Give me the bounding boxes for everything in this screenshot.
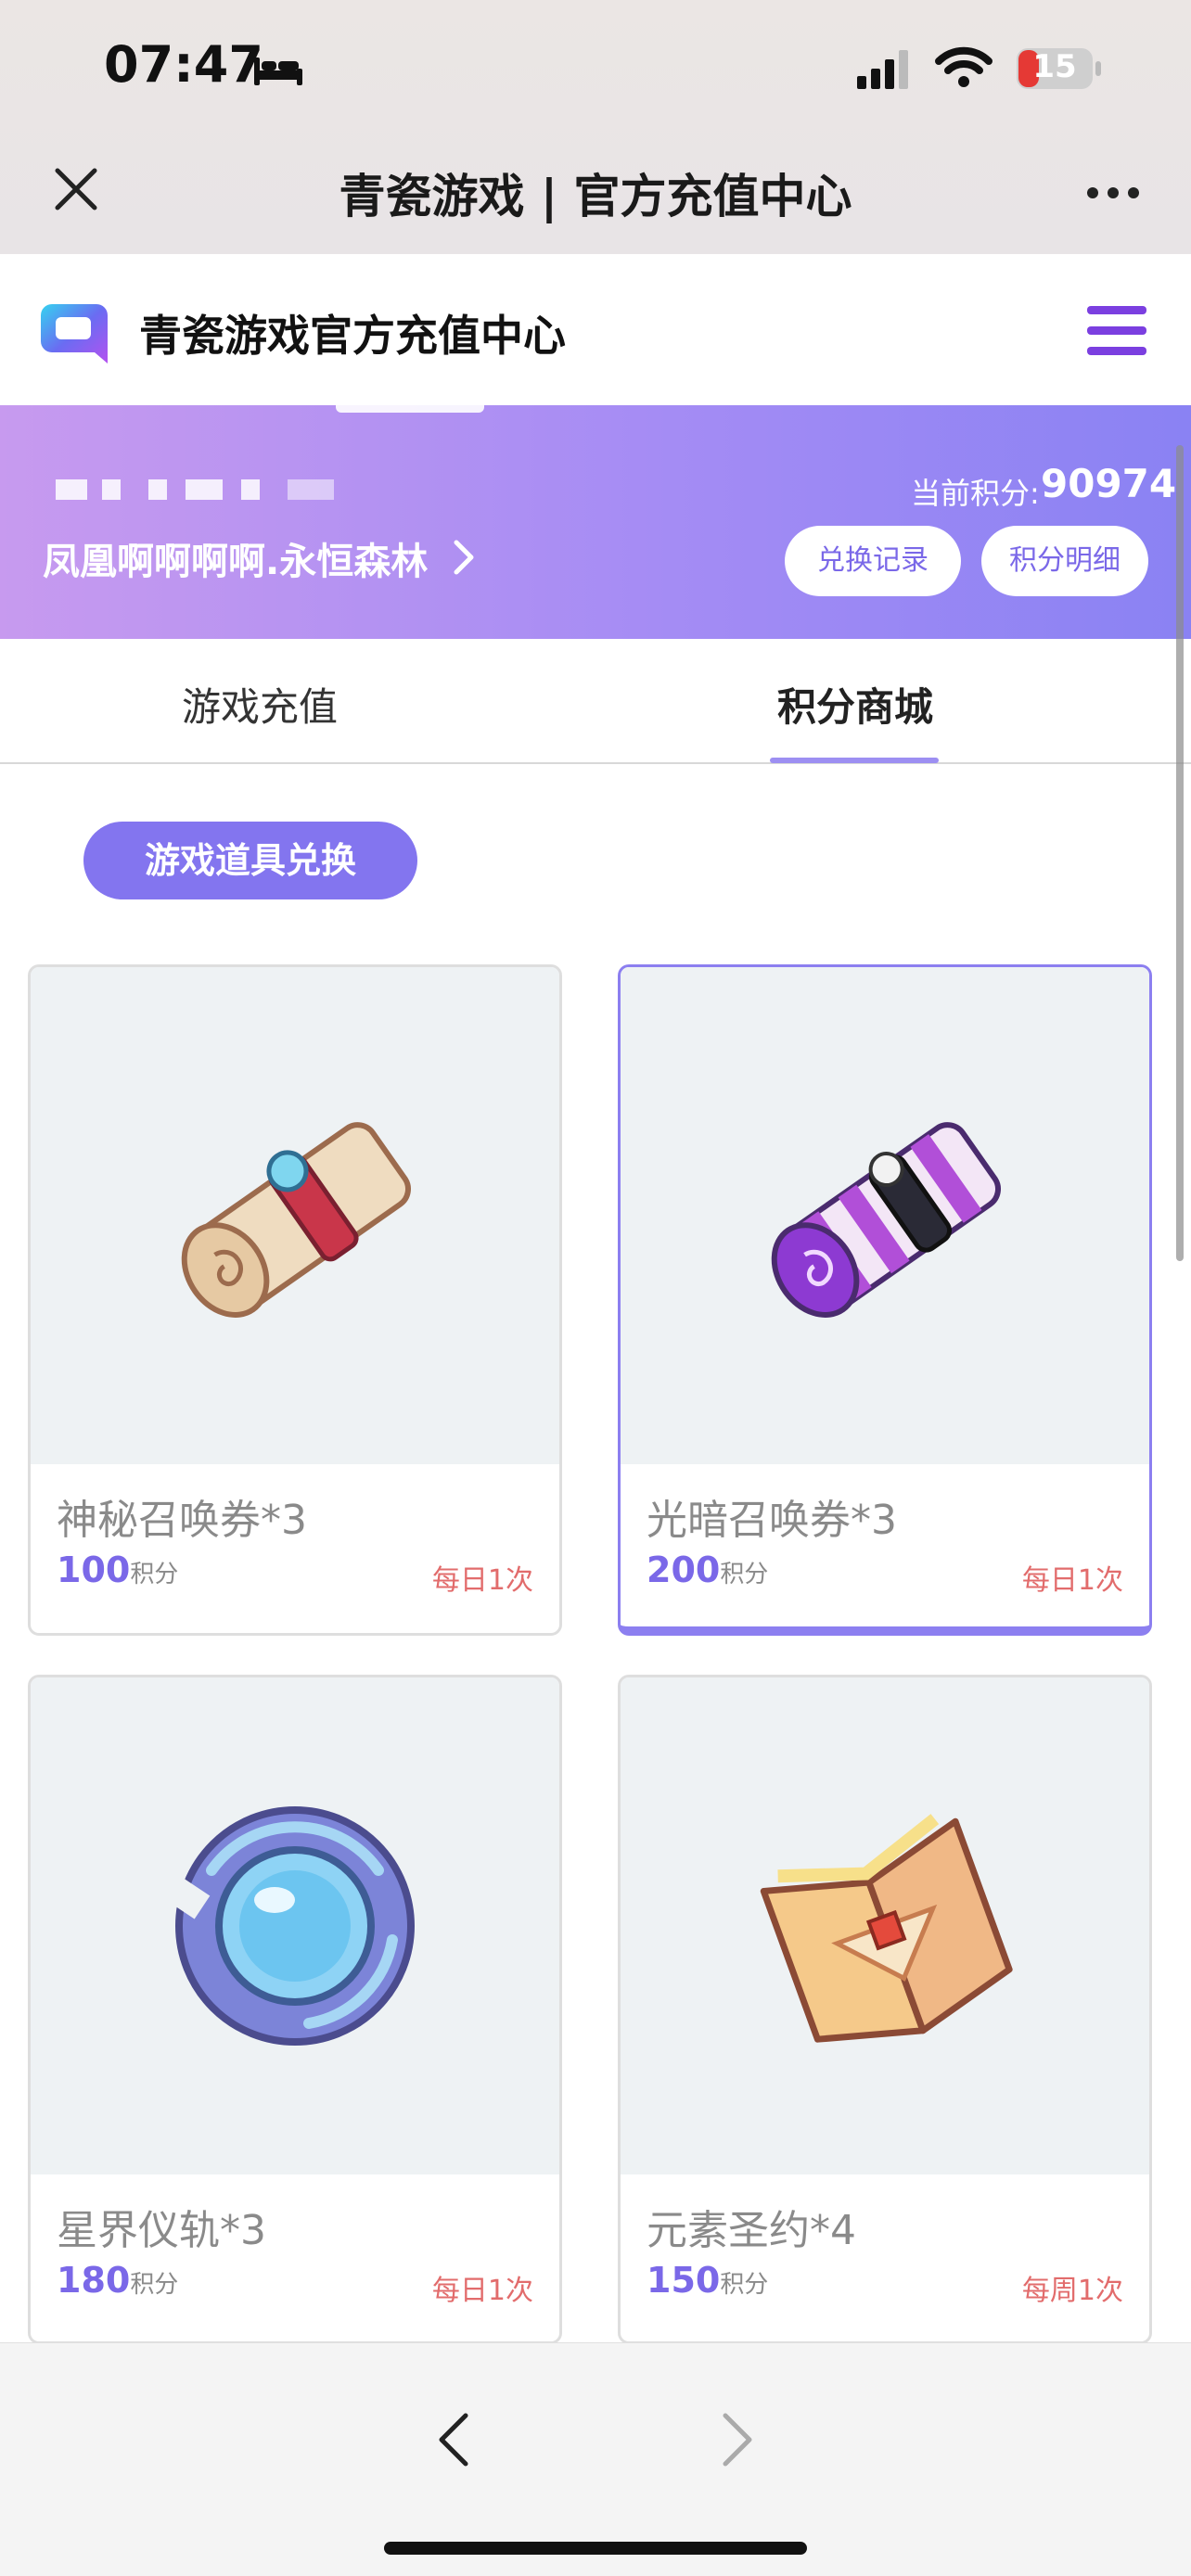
chevron-right-icon[interactable] <box>451 539 477 576</box>
item-points-value: 180 <box>57 2260 131 2301</box>
item-name: 光暗召唤券*3 <box>647 1497 897 1544</box>
user-role-name[interactable]: 凤凰啊啊啊啊.永恒森林 <box>43 531 428 585</box>
item-limit: 每日1次 <box>1021 1564 1123 1597</box>
item-limit: 每周1次 <box>1021 2275 1123 2307</box>
qingci-logo-icon <box>41 304 108 363</box>
tab-bar: 游戏充值 积分商城 <box>0 639 1191 764</box>
back-arrow-icon[interactable] <box>432 2410 477 2469</box>
astral-orb-icon <box>166 1806 415 2046</box>
masked-user-id <box>56 479 334 500</box>
light-dark-scroll-icon <box>771 1122 1001 1318</box>
banner-notch <box>336 405 484 413</box>
cell-signal-icon <box>857 50 908 89</box>
item-name: 神秘召唤券*3 <box>57 1497 307 1544</box>
item-limit: 每日1次 <box>431 1564 533 1597</box>
points-value: 90974 <box>1041 461 1177 506</box>
redeem-log-button[interactable]: 兑换记录 <box>785 526 961 596</box>
active-tab-indicator <box>770 758 939 763</box>
wifi-icon <box>935 46 992 87</box>
item-points-unit: 积分 <box>130 1561 179 1588</box>
browser-bottom-bar <box>0 2342 1191 2576</box>
sleep-focus-icon <box>254 57 302 85</box>
category-item-exchange[interactable]: 游戏道具兑换 <box>83 822 417 899</box>
browser-page-title: 青瓷游戏 | 官方充值中心 <box>339 170 852 223</box>
forward-arrow-icon[interactable] <box>714 2410 759 2469</box>
site-title: 青瓷游戏官方充值中心 <box>139 311 566 361</box>
item-name: 元素圣约*4 <box>647 2207 856 2254</box>
item-points-unit: 积分 <box>720 1561 769 1588</box>
item-limit: 每日1次 <box>431 2275 533 2307</box>
points-detail-button[interactable]: 积分明细 <box>981 526 1148 596</box>
item-points-unit: 积分 <box>130 2271 179 2299</box>
points-label: 当前积分: <box>911 476 1040 511</box>
scroll-ticket-icon <box>181 1122 411 1318</box>
item-image <box>31 1677 559 2174</box>
item-points-value: 100 <box>57 1549 131 1590</box>
user-banner: 凤凰啊啊啊啊.永恒森林 当前积分: 90974 兑换记录 积分明细 <box>0 405 1191 639</box>
page-scrollbar[interactable] <box>1176 445 1184 1261</box>
more-options-icon[interactable] <box>1085 185 1141 200</box>
item-points: 100积分 <box>57 1549 178 1590</box>
item-name: 星界仪轨*3 <box>57 2207 266 2254</box>
points-store-content: 游戏道具兑换 神秘召唤券*3 100积分 每日1次 光暗召唤券*3 200积分 … <box>0 764 1191 2342</box>
status-time: 07:47 <box>104 35 263 94</box>
item-points-value: 200 <box>647 1549 721 1590</box>
site-header: 青瓷游戏官方充值中心 <box>0 254 1191 405</box>
item-card[interactable]: 星界仪轨*3 180积分 每日1次 <box>28 1675 562 2342</box>
item-card-selected[interactable]: 光暗召唤券*3 200积分 每日1次 <box>618 964 1152 1636</box>
item-image <box>621 967 1149 1464</box>
battery-level: 15 <box>1032 48 1077 85</box>
hamburger-menu-icon[interactable] <box>1085 302 1148 360</box>
element-covenant-book-icon <box>760 1814 1013 2043</box>
tab-points-store[interactable]: 积分商城 <box>777 676 933 733</box>
item-points: 200积分 <box>647 1549 768 1590</box>
item-image <box>31 967 559 1464</box>
item-card[interactable]: 神秘召唤券*3 100积分 每日1次 <box>28 964 562 1636</box>
home-indicator[interactable] <box>384 2542 807 2555</box>
item-points-value: 150 <box>647 2260 721 2301</box>
browser-top-bar: 07:47 15 青瓷游戏 | 官方充值中心 <box>0 0 1191 254</box>
item-image <box>621 1677 1149 2174</box>
item-card[interactable]: 元素圣约*4 150积分 每周1次 <box>618 1675 1152 2342</box>
tab-game-recharge[interactable]: 游戏充值 <box>182 676 338 733</box>
item-points-unit: 积分 <box>720 2271 769 2299</box>
item-points: 180积分 <box>57 2260 178 2301</box>
item-points: 150积分 <box>647 2260 768 2301</box>
